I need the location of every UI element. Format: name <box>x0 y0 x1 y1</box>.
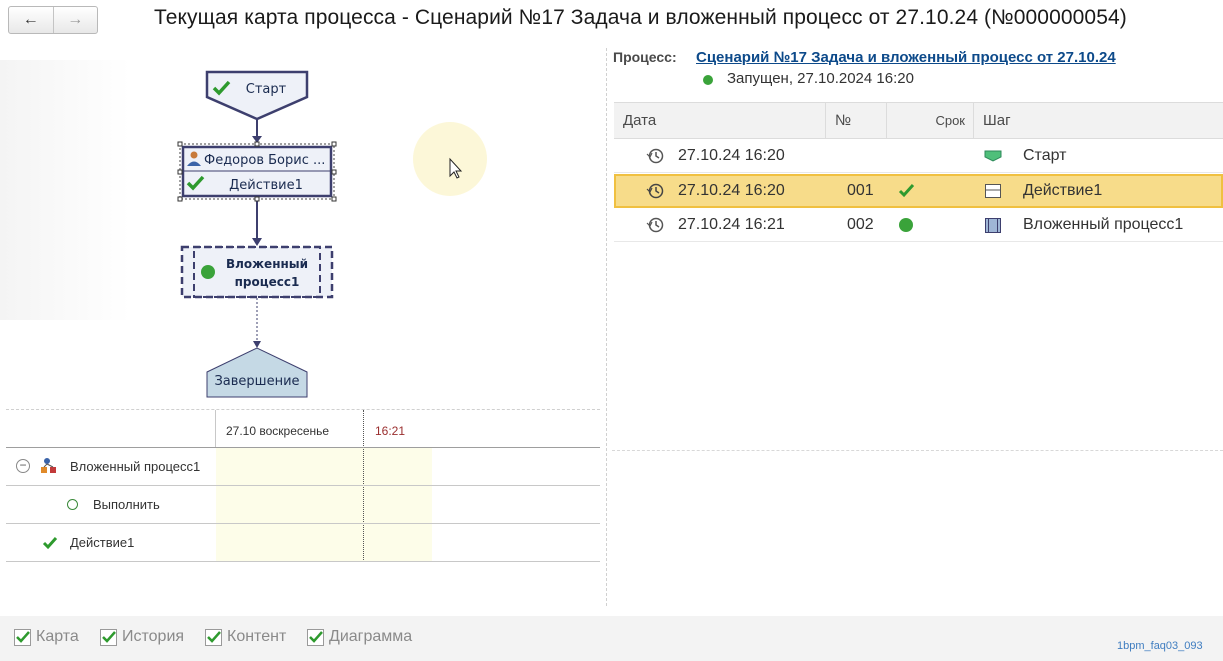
gantt-row-divider <box>6 523 600 524</box>
history-icon <box>646 183 664 199</box>
row-date: 27.10.24 16:21 <box>678 215 785 233</box>
row-step: Вложенный процесс1 <box>1023 215 1184 233</box>
task-node[interactable]: Федоров Борис ... Действие1 <box>177 141 337 202</box>
subprocess-shape-icon <box>985 218 1001 233</box>
table-row[interactable]: 27.10.24 16:20 Старт <box>614 139 1223 173</box>
gantt-date-header: 27.10 воскресенье <box>226 424 330 438</box>
gantt-row-divider <box>6 561 600 562</box>
gantt-row-label[interactable]: Вложенный процесс1 <box>70 459 200 474</box>
gantt-day-column <box>216 448 432 562</box>
row-number: 001 <box>847 182 874 199</box>
row-step: Старт <box>1023 146 1067 164</box>
checkbox-history[interactable]: История <box>100 628 184 646</box>
arrowhead-icon <box>253 341 261 348</box>
gantt-row-label[interactable]: Действие1 <box>70 535 134 550</box>
start-node-label: Старт <box>246 82 287 97</box>
checkbox-label: Контент <box>227 628 287 645</box>
gantt-header-line <box>6 447 600 448</box>
subprocess-label-2: процесс1 <box>235 275 300 289</box>
task-user-label: Федоров Борис ... <box>204 153 325 168</box>
process-label: Процесс: <box>613 49 677 65</box>
end-node[interactable]: Завершение <box>206 347 308 398</box>
process-map: Старт Федоров Борис ... Действие1 Вложен… <box>177 70 463 398</box>
gantt-header-divider <box>215 410 216 447</box>
checkbox-checked-icon <box>14 628 31 646</box>
gantt-row-label[interactable]: Выполнить <box>93 497 160 512</box>
watermark: 1bpm_faq03_093 <box>1117 640 1203 652</box>
checkbox-label: Карта <box>36 628 79 645</box>
gantt-row-divider <box>6 485 600 486</box>
column-header-step[interactable]: Шаг <box>973 103 1223 139</box>
history-icon <box>646 148 664 164</box>
start-node[interactable]: Старт <box>205 70 309 121</box>
row-step: Действие1 <box>1023 182 1103 199</box>
subprocess-node[interactable]: Вложенный процесс1 <box>180 245 334 299</box>
status-dot-icon <box>201 265 215 279</box>
process-link[interactable]: Сценарий №17 Задача и вложенный процесс … <box>696 49 1116 66</box>
process-status: Запущен, 27.10.2024 16:20 <box>727 70 914 87</box>
column-header-date[interactable]: Дата <box>614 103 825 139</box>
end-node-label: Завершение <box>214 374 299 389</box>
row-date: 27.10.24 16:20 <box>678 146 785 164</box>
column-header-number[interactable]: № <box>825 103 886 139</box>
checkbox-label: Диаграмма <box>329 628 413 645</box>
gantt-current-time-line <box>363 410 364 562</box>
subprocess-label-1: Вложенный <box>226 257 308 271</box>
column-header-term[interactable]: Срок <box>886 103 973 139</box>
collapse-toggle-icon[interactable]: − <box>16 459 30 473</box>
circle-icon <box>67 499 78 510</box>
checkbox-content[interactable]: Контент <box>205 628 286 646</box>
history-icon <box>646 217 664 233</box>
checkbox-checked-icon <box>100 628 117 646</box>
checkbox-checked-icon <box>307 628 324 646</box>
status-dot-icon <box>899 218 913 232</box>
subprocess-icon <box>41 458 56 473</box>
checkbox-map[interactable]: Карта <box>14 628 79 646</box>
checkbox-checked-icon <box>205 628 222 646</box>
checkbox-diagram[interactable]: Диаграмма <box>307 628 412 646</box>
check-icon <box>898 183 915 198</box>
mouse-cursor-icon <box>449 157 463 179</box>
status-dot-icon <box>703 75 713 85</box>
table-row-selected[interactable]: 27.10.24 16:20 001 Действие1 <box>614 174 1223 208</box>
row-date: 27.10.24 16:20 <box>678 182 785 199</box>
gantt-time-header: 16:21 <box>375 424 406 438</box>
checkbox-label: История <box>122 628 185 645</box>
table-bottom-divider <box>612 450 1223 451</box>
task-action-label: Действие1 <box>229 178 303 193</box>
row-number: 002 <box>847 215 874 233</box>
gantt-separator <box>6 409 600 410</box>
arrowhead-icon <box>252 238 262 246</box>
task-shape-icon <box>985 184 1001 198</box>
check-icon <box>42 537 58 550</box>
panel-divider <box>606 48 607 606</box>
start-shape-icon <box>984 150 1002 162</box>
history-table-header: Дата № Срок Шаг <box>614 102 1223 139</box>
table-row[interactable]: 27.10.24 16:21 002 Вложенный процесс1 <box>614 208 1223 242</box>
